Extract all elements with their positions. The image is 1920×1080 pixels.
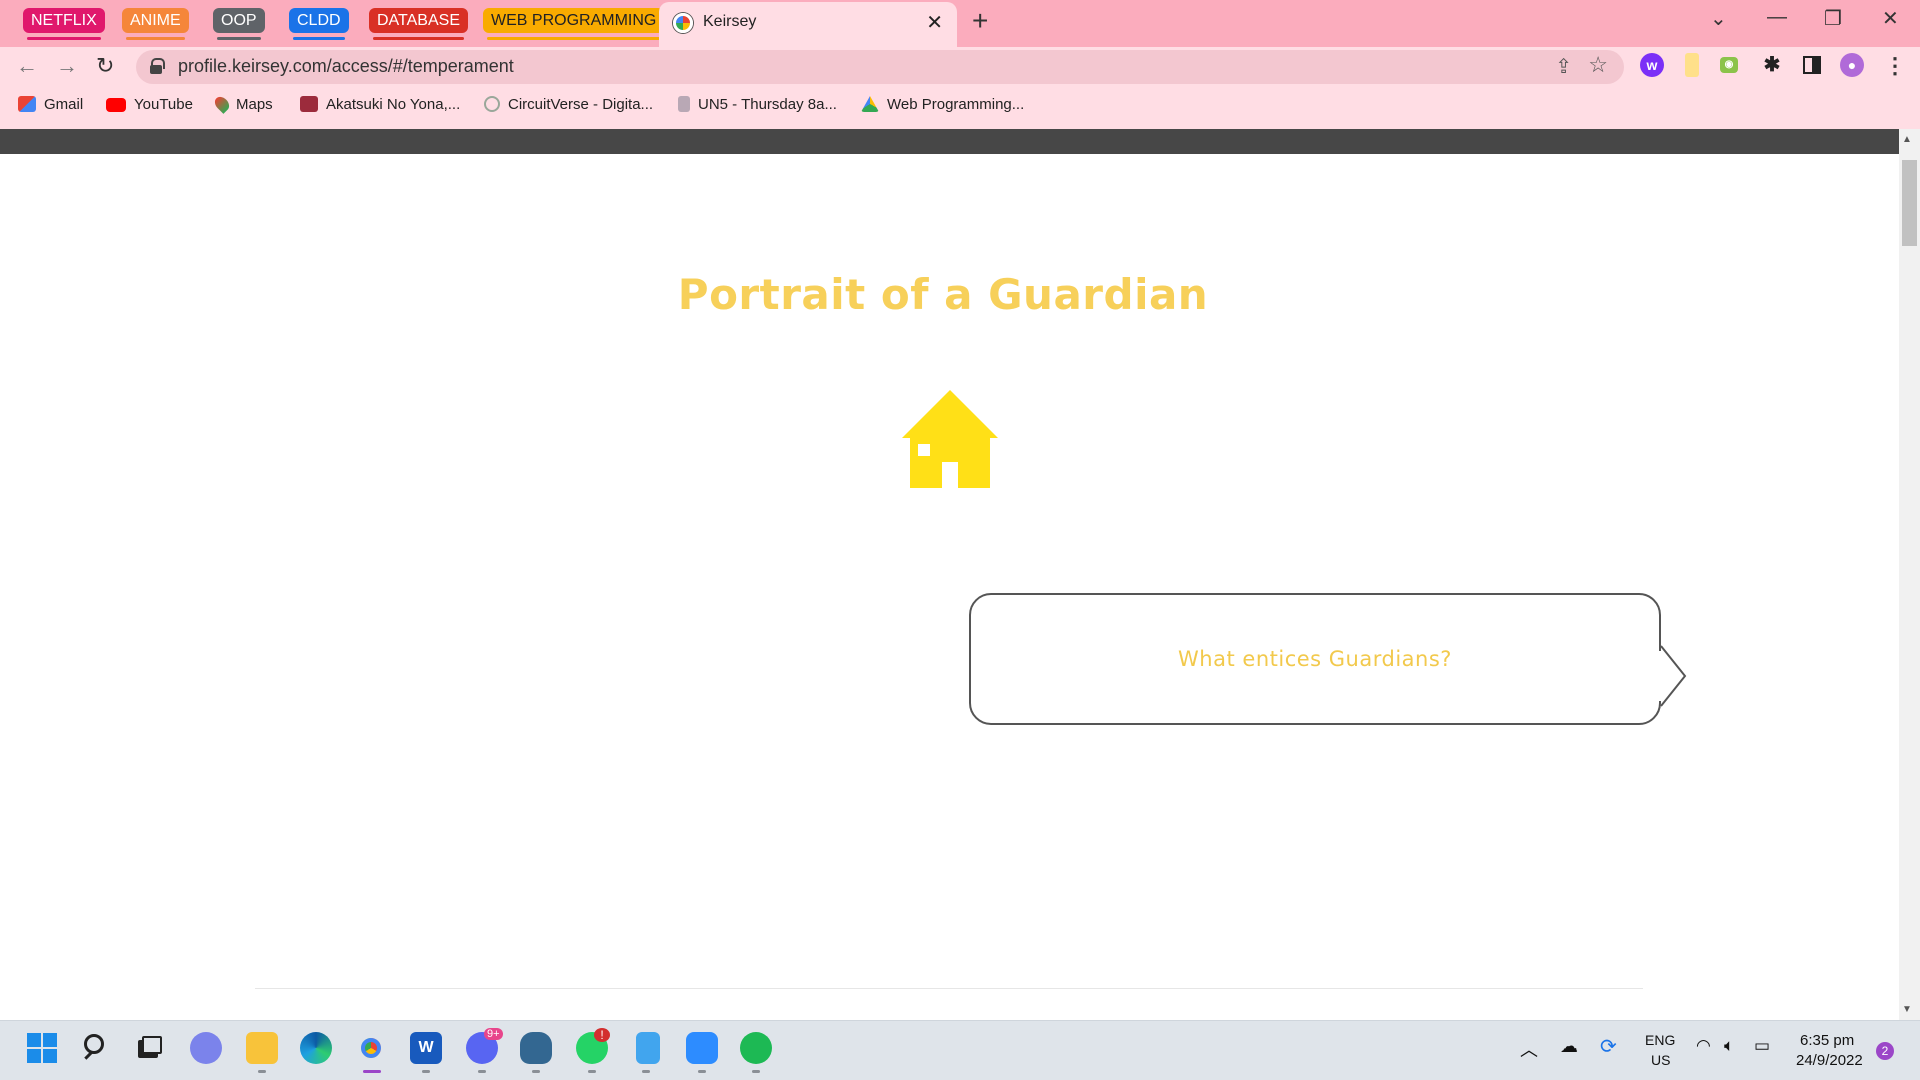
bookmark-web-programming[interactable]: Web Programming... (861, 96, 1024, 116)
extension-w-icon[interactable]: w (1640, 53, 1664, 77)
extension-photo-icon[interactable]: ◉ (1720, 57, 1738, 73)
running-indicator (642, 1070, 650, 1073)
bookmark-label: YouTube (134, 96, 193, 113)
bookmark-label: UN5 - Thursday 8a... (698, 96, 837, 113)
onedrive-icon[interactable]: ☁ (1560, 1036, 1578, 1057)
bookmark-label: Gmail (44, 96, 84, 113)
bookmark-akatsuki[interactable]: Akatsuki No Yona,... (300, 96, 460, 116)
extension-bookmark-icon[interactable] (1685, 53, 1699, 77)
active-tab[interactable]: Keirsey ✕ (659, 2, 957, 47)
running-indicator (532, 1070, 540, 1073)
extensions-puzzle-icon[interactable]: ✱ (1760, 53, 1784, 77)
reload-button[interactable]: ↻ (96, 53, 114, 79)
close-window-button[interactable]: ✕ (1882, 6, 1899, 31)
scroll-thumb[interactable] (1902, 160, 1917, 246)
language-bottom[interactable]: US (1651, 1052, 1670, 1068)
running-indicator (698, 1070, 706, 1073)
postgresql-icon[interactable] (520, 1032, 552, 1064)
edge-icon[interactable] (300, 1032, 332, 1064)
windows-taskbar (0, 1020, 1920, 1080)
volume-icon[interactable]: 🔈︎ (1724, 1036, 1734, 1056)
new-tab-button[interactable]: + (972, 5, 988, 37)
tab-search-icon[interactable]: ⌄ (1710, 6, 1727, 31)
side-panel-icon[interactable] (1800, 53, 1824, 77)
bookmark-maps[interactable]: Maps (212, 94, 273, 116)
bookmark-youtube[interactable]: YouTube (106, 96, 193, 116)
bookmark-label: CircuitVerse - Digita... (508, 96, 654, 113)
browser-menu-icon[interactable]: ⋮ (1884, 53, 1906, 79)
share-icon[interactable]: ⇪ (1555, 54, 1572, 79)
minimize-button[interactable]: — (1767, 6, 1787, 29)
notepad-icon[interactable] (636, 1032, 660, 1064)
tab-group-web-programming[interactable]: WEB PROGRAMMING (483, 8, 665, 40)
page-scrollbar[interactable] (1899, 129, 1920, 1020)
running-indicator (752, 1070, 760, 1073)
tab-group-database[interactable]: DATABASE (369, 8, 468, 40)
tab-group-netflix[interactable]: NETFLIX (23, 8, 105, 40)
running-indicator (258, 1070, 266, 1073)
show-hidden-icons-icon[interactable]: ︿ (1520, 1036, 1538, 1062)
university-logo-icon (678, 96, 690, 112)
wifi-icon[interactable]: ◠ (1696, 1036, 1711, 1056)
keirsey-favicon-icon (673, 13, 693, 33)
bookmark-gmail[interactable]: Gmail (18, 96, 83, 116)
running-indicator (422, 1070, 430, 1073)
youtube-icon (106, 98, 126, 112)
battery-icon[interactable]: ▭ (1754, 1036, 1770, 1056)
running-indicator (478, 1070, 486, 1073)
bubble-pointer (1659, 645, 1687, 707)
bookmark-un5[interactable]: UN5 - Thursday 8a... (678, 96, 837, 116)
language-top[interactable]: ENG (1645, 1032, 1675, 1048)
teams-chat-icon[interactable] (190, 1032, 222, 1064)
site-top-bar (0, 129, 1899, 154)
globe-icon (484, 96, 500, 112)
tab-group-oop[interactable]: OOP (213, 8, 265, 40)
running-indicator (588, 1070, 596, 1073)
house-icon (902, 390, 998, 488)
tab-strip (0, 0, 1920, 47)
lock-icon[interactable] (150, 58, 165, 74)
url-text[interactable]: profile.keirsey.com/access/#/temperament (178, 56, 514, 77)
gmail-icon (18, 96, 36, 112)
forward-button[interactable]: → (56, 53, 78, 79)
section-divider (255, 988, 1643, 989)
tab-group-anime[interactable]: ANIME (122, 8, 189, 40)
notification-badge[interactable]: 2 (1876, 1042, 1894, 1060)
discord-badge: 9+ (484, 1028, 503, 1040)
scroll-up-icon[interactable]: ▲ (1902, 134, 1912, 145)
bookmark-circuitverse[interactable]: CircuitVerse - Digita... (484, 96, 653, 116)
bubble-question[interactable]: What entices Guardians? (971, 595, 1659, 723)
active-indicator (363, 1070, 381, 1073)
whatsapp-badge: ! (594, 1028, 610, 1042)
google-drive-icon (861, 96, 879, 112)
close-tab-icon[interactable]: ✕ (926, 10, 943, 35)
bookmark-label: Akatsuki No Yona,... (326, 96, 461, 113)
search-icon[interactable] (80, 1032, 112, 1064)
clock-time[interactable]: 6:35 pm (1800, 1032, 1854, 1049)
tab-group-cldd[interactable]: CLDD (289, 8, 349, 40)
profile-avatar[interactable]: ● (1840, 53, 1864, 77)
anime-thumbnail-icon (300, 96, 318, 112)
scroll-down-icon[interactable]: ▼ (1902, 1004, 1912, 1015)
sync-icon[interactable]: ⟳ (1600, 1034, 1617, 1059)
page-title: Portrait of a Guardian (677, 270, 1209, 319)
zoom-icon[interactable] (686, 1032, 718, 1064)
bookmark-label: Web Programming... (887, 96, 1025, 113)
address-bar[interactable]: profile.keirsey.com/access/#/temperament… (136, 50, 1624, 84)
tab-title: Keirsey (703, 13, 757, 30)
restore-button[interactable]: ❐ (1824, 6, 1842, 31)
back-button[interactable]: ← (16, 53, 38, 79)
bookmark-star-icon[interactable]: ☆ (1588, 52, 1608, 78)
file-explorer-icon[interactable] (246, 1032, 278, 1064)
task-view-icon[interactable] (134, 1032, 166, 1064)
clock-date[interactable]: 24/9/2022 (1796, 1052, 1863, 1069)
windows-start-icon[interactable] (26, 1032, 58, 1064)
spotify-icon[interactable] (740, 1032, 772, 1064)
maps-pin-icon (212, 94, 232, 114)
word-icon[interactable]: W (410, 1032, 442, 1064)
bookmark-label: Maps (236, 96, 273, 113)
chrome-icon[interactable] (355, 1032, 387, 1064)
speech-bubble[interactable]: What entices Guardians? (969, 593, 1661, 725)
